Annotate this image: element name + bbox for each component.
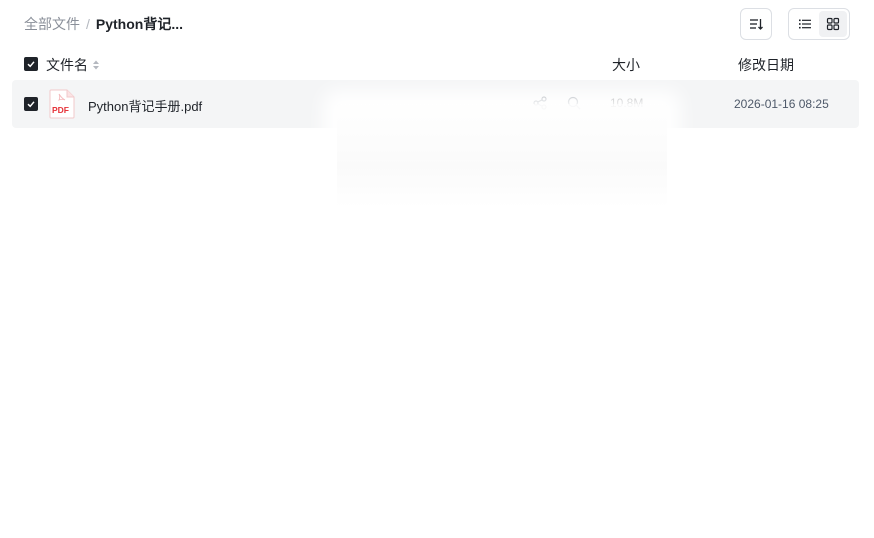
grid-view-icon — [826, 17, 840, 31]
row-checkbox[interactable] — [24, 97, 38, 111]
sort-icon — [750, 19, 763, 30]
check-icon — [27, 61, 35, 68]
loading-overlay — [337, 104, 667, 208]
file-modified-date: 2026-01-16 08:25 — [734, 97, 829, 111]
select-all-checkbox[interactable] — [24, 57, 38, 71]
view-toggle — [788, 8, 850, 40]
file-browser: 全部文件 / Python背记... 文件名 大小 修改日期 PDF Pytho… — [0, 0, 874, 538]
sort-button[interactable] — [740, 8, 772, 40]
grid-view-button[interactable] — [819, 11, 847, 37]
check-icon — [27, 101, 35, 108]
pdf-file-icon: PDF — [48, 89, 76, 119]
list-view-icon — [799, 19, 811, 29]
file-name[interactable]: Python背记手册.pdf — [88, 96, 202, 115]
sort-caret-icon[interactable] — [92, 59, 100, 71]
table-header: 文件名 大小 修改日期 — [12, 50, 859, 78]
column-header-size[interactable]: 大小 — [612, 55, 640, 75]
breadcrumb-separator: / — [86, 16, 90, 32]
column-header-date[interactable]: 修改日期 — [738, 55, 794, 75]
breadcrumb-current: Python背记... — [95, 16, 184, 32]
svg-text:PDF: PDF — [52, 105, 69, 115]
breadcrumb-root-link[interactable]: 全部文件 — [24, 14, 80, 34]
breadcrumb: 全部文件 / Python背记... — [24, 14, 183, 34]
column-header-name-label: 文件名 — [46, 57, 88, 73]
column-header-name[interactable]: 文件名 — [46, 55, 100, 75]
list-view-button[interactable] — [791, 11, 819, 37]
